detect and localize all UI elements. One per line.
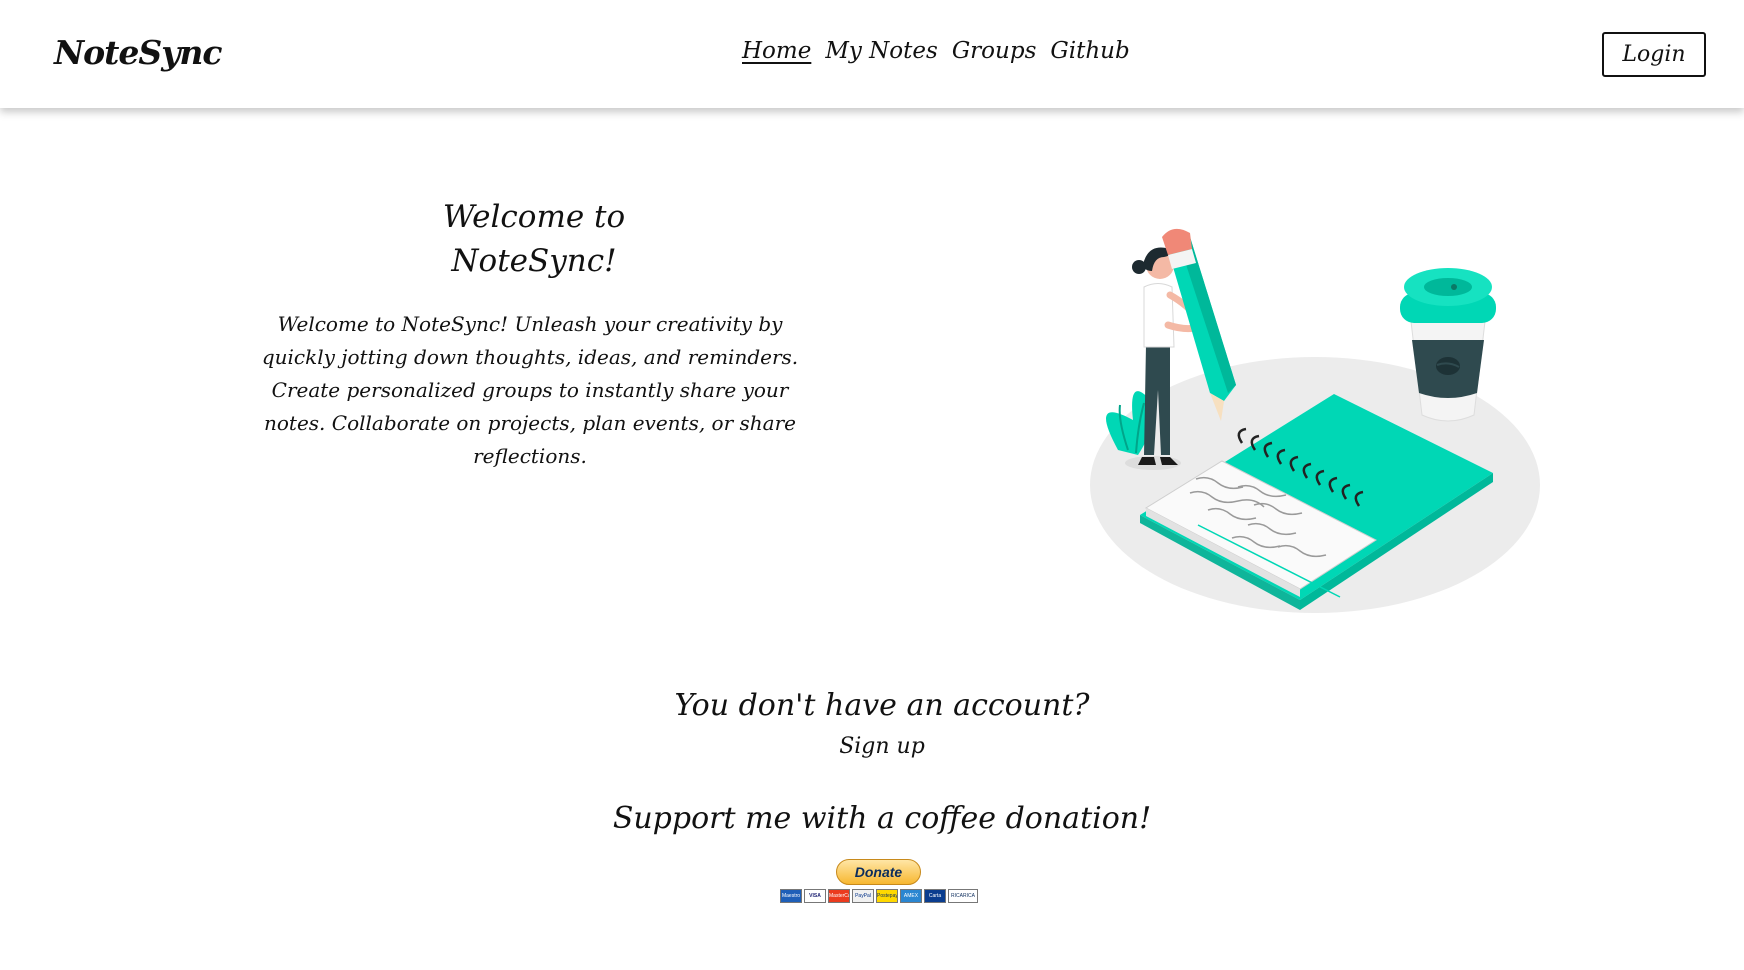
visa-card-icon: VISA bbox=[804, 889, 826, 903]
carta-card-icon: Carta bbox=[924, 889, 946, 903]
woman-writing-notebook-illustration bbox=[1090, 228, 1540, 613]
donate-button[interactable]: Donate bbox=[836, 859, 921, 885]
postepay-card-icon: Postepay bbox=[876, 889, 898, 903]
login-button[interactable]: Login bbox=[1602, 32, 1706, 77]
brand-logo[interactable]: NoteSync bbox=[54, 33, 223, 72]
mastercard-card-icon: MasterCard bbox=[828, 889, 850, 903]
signup-link[interactable]: Sign up bbox=[839, 734, 925, 759]
nav-groups[interactable]: Groups bbox=[952, 38, 1037, 64]
hero-description: Welcome to NoteSync! Unleash your creati… bbox=[261, 312, 799, 468]
hero-title-line2: NoteSync! bbox=[451, 243, 617, 279]
amex-card-icon: AMEX bbox=[900, 889, 922, 903]
ricarica-paypal-card-icon: RICARICA PAYPAL bbox=[948, 889, 978, 903]
hero-title: Welcome to NoteSync! bbox=[394, 195, 674, 283]
donation-heading: Support me with a coffee donation! bbox=[612, 801, 1152, 836]
nav-my-notes[interactable]: My Notes bbox=[825, 38, 937, 64]
payment-cards: Maestro VISA MasterCard PayPal Postepay … bbox=[780, 889, 978, 903]
nav-github[interactable]: Github bbox=[1050, 38, 1129, 64]
paypal-card-icon: PayPal bbox=[852, 889, 874, 903]
maestro-card-icon: Maestro bbox=[780, 889, 802, 903]
nav-home[interactable]: Home bbox=[742, 38, 811, 64]
top-navbar: NoteSync Home My Notes Groups Github Log… bbox=[0, 0, 1744, 108]
hero-title-line1: Welcome to bbox=[442, 199, 626, 235]
signup-question: You don't have an account? bbox=[674, 688, 1090, 723]
signup-link-wrap: Sign up bbox=[0, 734, 1744, 759]
main-nav: Home My Notes Groups Github bbox=[742, 38, 1130, 64]
